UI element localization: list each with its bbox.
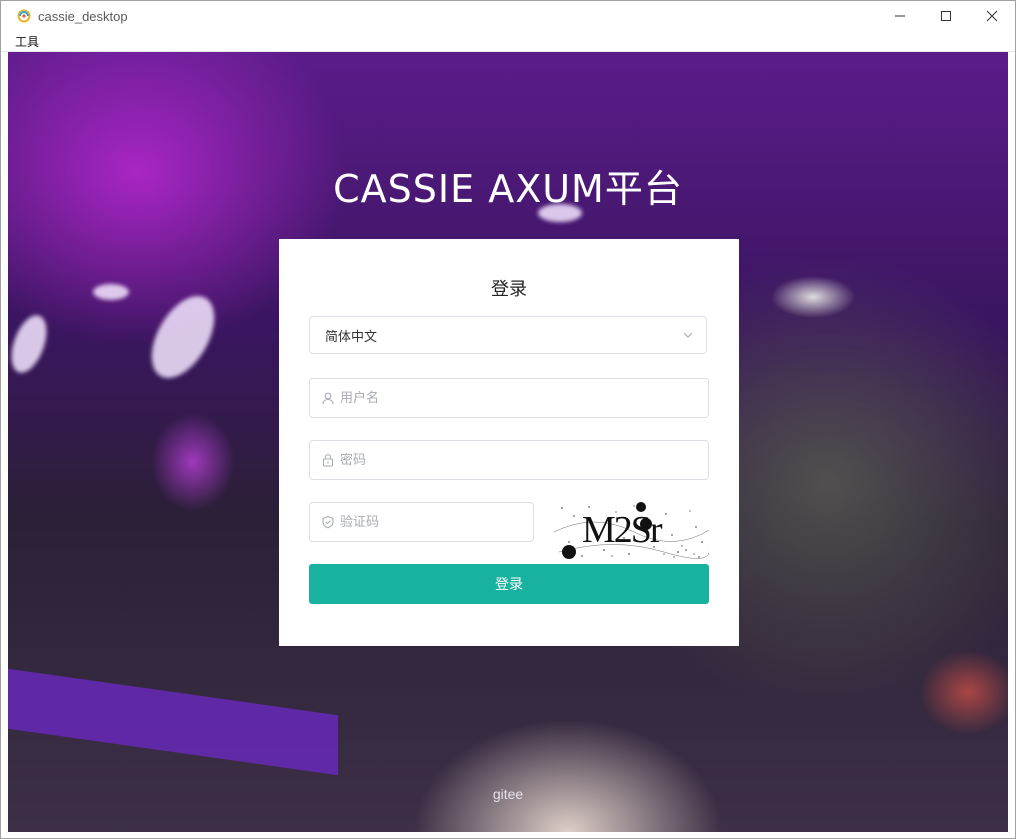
gitee-link[interactable]: gitee <box>8 786 1008 802</box>
chevron-down-icon <box>683 332 693 338</box>
background-light <box>138 285 228 389</box>
page-title: CASSIE AXUM平台 <box>333 167 683 211</box>
minimize-icon <box>895 15 905 17</box>
background-photo: CASSIE AXUM平台 登录 简体中文 用户名 验证码 M2Sr 登录 gi… <box>8 52 1008 832</box>
captcha-input[interactable] <box>340 514 533 530</box>
username-input[interactable] <box>340 390 708 406</box>
window-title: cassie_desktop <box>38 8 128 24</box>
menu-bar: 工具 <box>1 31 1015 52</box>
captcha-blob <box>562 545 576 559</box>
lock-icon <box>322 454 334 467</box>
captcha-noise: M2Sr <box>554 502 709 559</box>
app-logo-icon <box>17 9 31 23</box>
username-field[interactable] <box>309 378 709 418</box>
menu-item-tools[interactable]: 工具 <box>15 33 39 50</box>
captcha-field[interactable] <box>309 502 534 542</box>
maximize-icon <box>941 11 951 21</box>
login-title: 登录 <box>491 279 527 300</box>
window-controls <box>877 1 1015 31</box>
app-window: cassie_desktop 工具 CASSIE AXUM平台 登录 简体中文 … <box>0 0 1016 839</box>
user-icon <box>322 392 334 405</box>
captcha-image[interactable]: M2Sr <box>554 502 709 560</box>
minimize-button[interactable] <box>877 1 923 31</box>
close-icon <box>986 10 998 22</box>
language-select[interactable]: 简体中文 <box>309 316 707 354</box>
shield-check-icon <box>322 515 334 529</box>
close-button[interactable] <box>969 1 1015 31</box>
login-card: 登录 简体中文 用户名 验证码 M2Sr 登录 <box>279 239 739 646</box>
password-input[interactable] <box>340 452 708 468</box>
password-field[interactable] <box>309 440 709 480</box>
maximize-button[interactable] <box>923 1 969 31</box>
title-bar[interactable]: cassie_desktop <box>1 1 1015 31</box>
background-light <box>8 310 54 378</box>
background-stripe <box>8 668 338 776</box>
language-select-value: 简体中文 <box>325 329 378 345</box>
background-light <box>93 284 129 300</box>
captcha-text: M2Sr <box>582 509 663 551</box>
login-button[interactable]: 登录 <box>309 564 709 604</box>
